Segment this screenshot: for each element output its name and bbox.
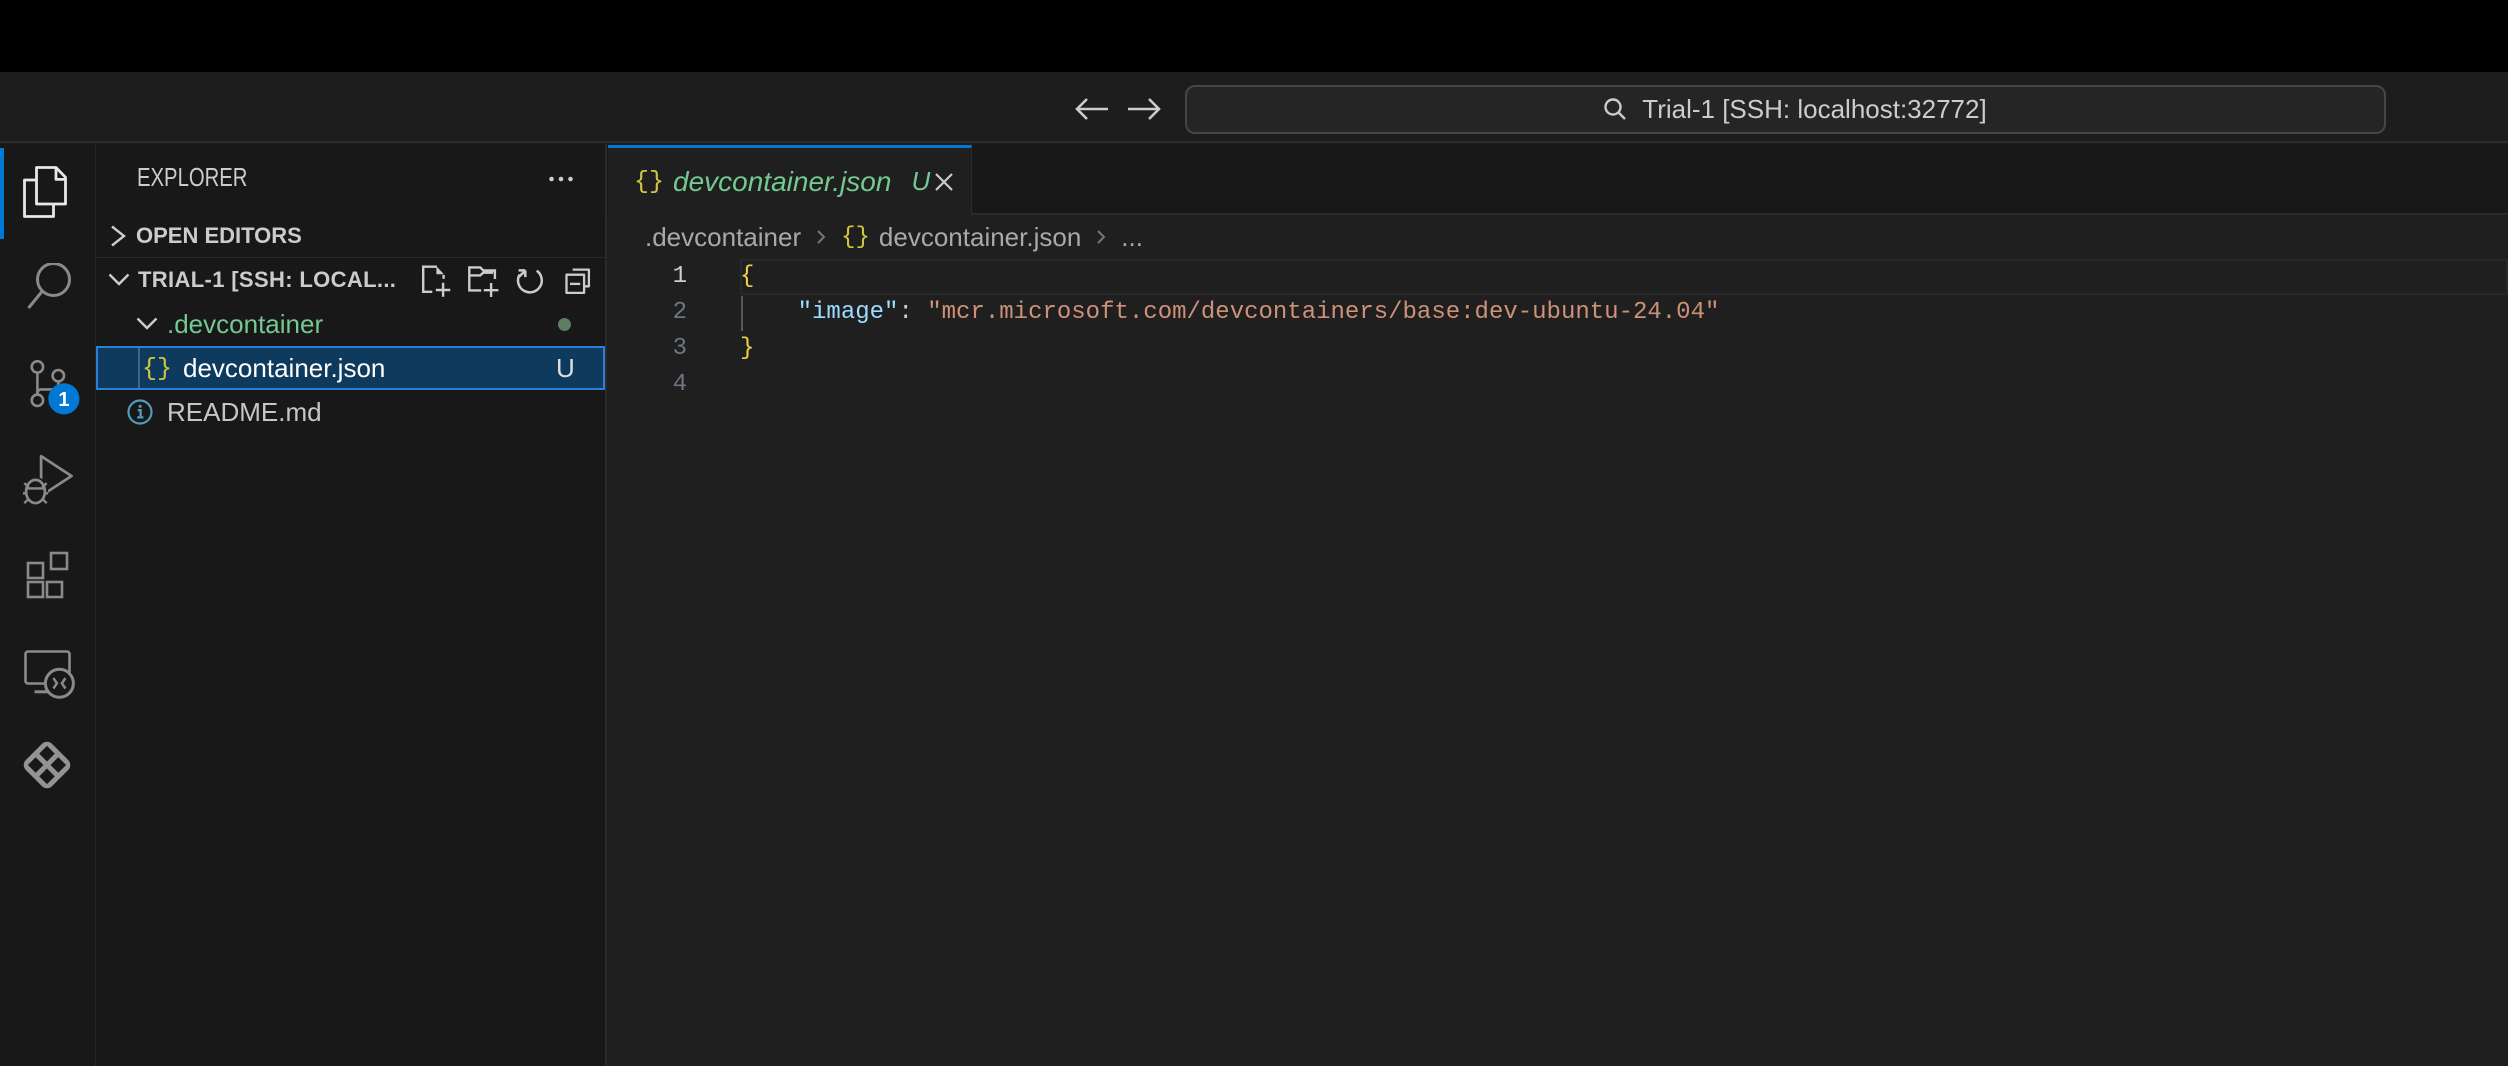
svg-text:1: 1	[58, 389, 69, 411]
